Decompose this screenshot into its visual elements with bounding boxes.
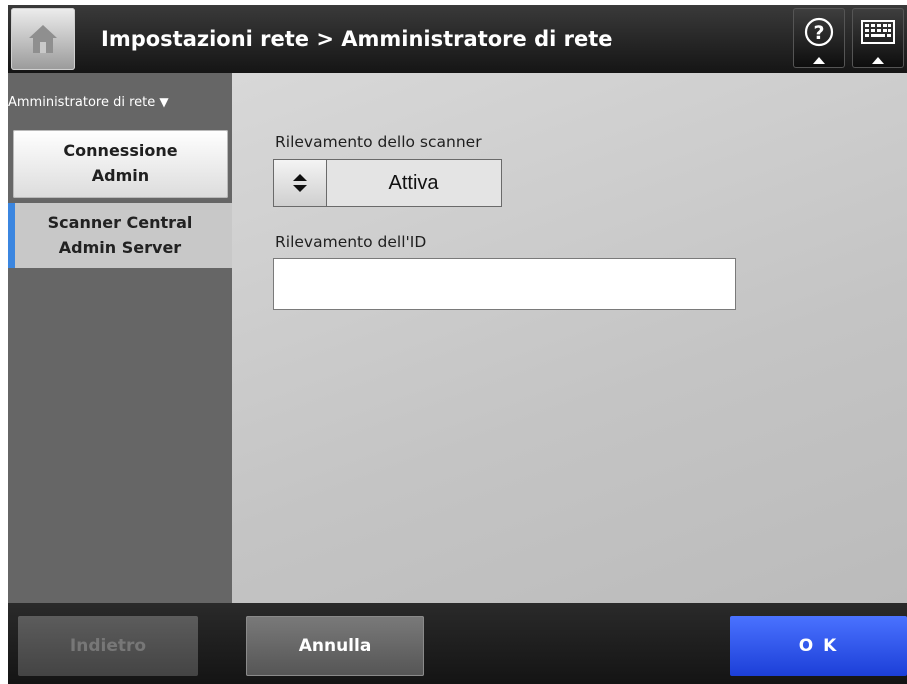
back-button: Indietro bbox=[18, 616, 198, 676]
sidebar-item-scanner-central-admin-server[interactable]: Scanner Central Admin Server bbox=[8, 203, 232, 268]
ok-button[interactable]: O K bbox=[730, 616, 907, 676]
keyboard-button[interactable] bbox=[852, 8, 904, 68]
keyboard-icon bbox=[861, 20, 895, 64]
home-button[interactable] bbox=[11, 8, 75, 70]
scanner-detection-label: Rilevamento dello scanner bbox=[275, 133, 482, 151]
triangle-down-icon: ▼ bbox=[159, 95, 169, 109]
main-panel: Rilevamento dello scanner Attiva Rilevam… bbox=[232, 73, 907, 603]
sidebar-group-label: Amministratore di rete bbox=[8, 95, 156, 110]
id-detection-input[interactable] bbox=[273, 258, 736, 310]
svg-text:?: ? bbox=[813, 22, 824, 44]
app-frame: Impostazioni rete > Amministratore di re… bbox=[8, 5, 907, 684]
id-detection-label: Rilevamento dell'ID bbox=[275, 233, 427, 251]
up-down-arrows-icon bbox=[293, 174, 307, 192]
footer-bar: Indietro Annulla O K bbox=[8, 603, 907, 684]
sidebar-item-label: Connessione Admin bbox=[63, 141, 178, 185]
selected-indicator bbox=[8, 203, 15, 268]
cancel-button[interactable]: Annulla bbox=[246, 616, 424, 676]
scanner-detection-value: Attiva bbox=[388, 172, 439, 194]
header-bar: Impostazioni rete > Amministratore di re… bbox=[8, 5, 907, 73]
question-mark-icon: ? bbox=[804, 17, 834, 64]
page-title: Impostazioni rete > Amministratore di re… bbox=[101, 27, 613, 51]
home-icon bbox=[29, 25, 57, 53]
sidebar: Amministratore di rete ▼ Connessione Adm… bbox=[8, 73, 232, 603]
help-button[interactable]: ? bbox=[793, 8, 845, 68]
sidebar-item-label: Scanner Central Admin Server bbox=[47, 212, 193, 257]
scanner-detection-select[interactable]: Attiva bbox=[273, 159, 502, 207]
sidebar-group-toggle[interactable]: Amministratore di rete ▼ bbox=[8, 95, 169, 110]
sidebar-item-connessione-admin[interactable]: Connessione Admin bbox=[13, 130, 228, 198]
select-arrow-button[interactable] bbox=[274, 160, 327, 206]
